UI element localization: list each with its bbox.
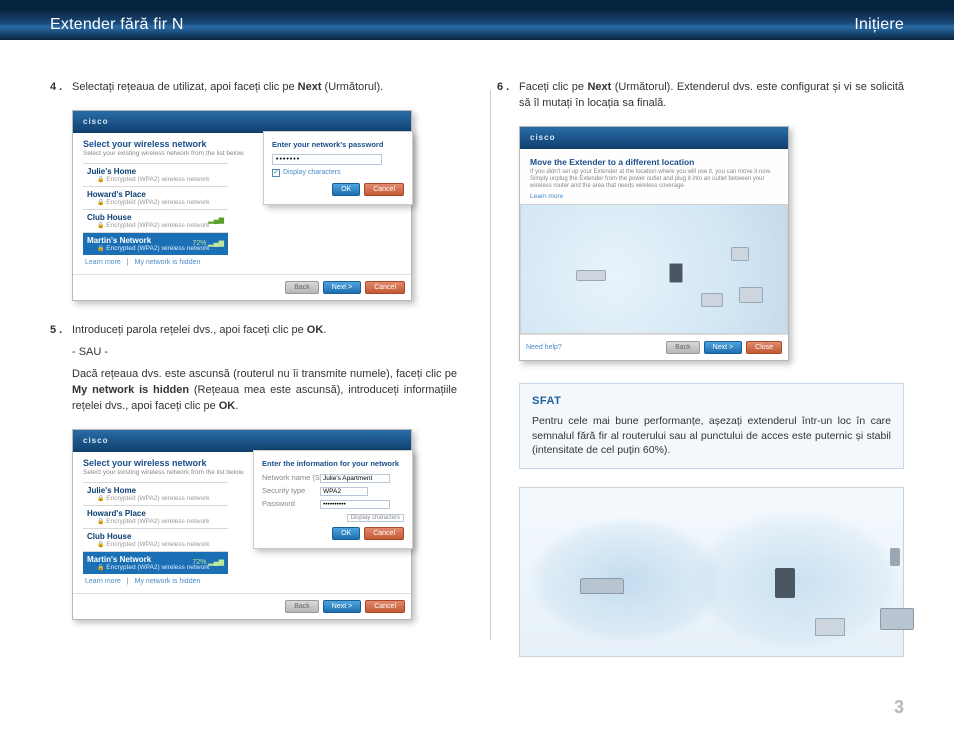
cancel-button[interactable]: Cancel	[364, 527, 404, 540]
router-icon	[576, 270, 606, 281]
tip-title: SFAT	[532, 394, 891, 409]
extender-icon	[775, 568, 795, 598]
ok-button[interactable]: OK	[332, 183, 360, 196]
back-button[interactable]: Back	[285, 281, 319, 294]
network-row-selected[interactable]: Martin's Network 🔒 Encrypted (WPA2) wire…	[83, 232, 228, 255]
router-icon	[580, 578, 624, 594]
back-button[interactable]: Back	[285, 600, 319, 613]
move-subtitle: If you didn't set up your Extender at th…	[530, 169, 778, 191]
laptop-icon	[701, 293, 723, 307]
learn-more-link[interactable]: Learn more	[530, 193, 778, 200]
next-button[interactable]: Next >	[323, 281, 361, 294]
security-select[interactable]	[320, 487, 368, 496]
page-header: Extender fără fir N Inițiere	[0, 0, 954, 40]
move-title: Move the Extender to a different locatio…	[530, 157, 778, 167]
tip-body: Pentru cele mai bune performanțe, așezaț…	[532, 414, 891, 458]
password-input[interactable]	[272, 154, 382, 165]
need-help-link[interactable]: Need help?	[526, 344, 562, 351]
cisco-logo: cisco	[520, 127, 788, 149]
ssid-input[interactable]	[320, 474, 390, 483]
ok-button[interactable]: OK	[332, 527, 360, 540]
step-4-text: Selectați rețeaua de utilizat, apoi face…	[72, 80, 457, 96]
step-5-text: Introduceți parola rețelei dvs., apoi fa…	[72, 323, 457, 415]
right-column: 6 . Faceți clic pe Next (Următorul). Ext…	[497, 80, 904, 657]
network-hidden-link[interactable]: My network is hidden	[135, 259, 201, 266]
cancel-button[interactable]: Cancel	[364, 183, 404, 196]
step-4: 4 . Selectați rețeaua de utilizat, apoi …	[50, 80, 457, 96]
step-4-number: 4 .	[50, 80, 72, 96]
screenshot-move-extender: cisco Move the Extender to a different l…	[519, 126, 904, 362]
network-row[interactable]: Julie's Home 🔒 Encrypted (WPA2) wireless…	[83, 482, 228, 505]
network-hidden-link[interactable]: My network is hidden	[135, 578, 201, 585]
network-row[interactable]: Julie's Home 🔒 Encrypted (WPA2) wireless…	[83, 163, 228, 186]
dialog-links: Learn more | My network is hidden	[83, 255, 228, 266]
step-5-number: 5 .	[50, 323, 72, 415]
cancel-button[interactable]: Cancel	[365, 600, 405, 613]
learn-more-link[interactable]: Learn more	[85, 578, 121, 585]
phone-icon	[890, 548, 900, 566]
left-column: 4 . Selectați rețeaua de utilizat, apoi …	[50, 80, 457, 657]
tip-box: SFAT Pentru cele mai bune performanțe, a…	[519, 383, 904, 468]
network-row-selected[interactable]: Martin's Network 🔒 Encrypted (WPA2) wire…	[83, 551, 228, 574]
next-button[interactable]: Next >	[704, 341, 742, 354]
page-number: 3	[894, 697, 904, 718]
network-row[interactable]: Club House 🔒 Encrypted (WPA2) wireless n…	[83, 528, 228, 551]
close-button[interactable]: Close	[746, 341, 782, 354]
display-characters-button[interactable]: Display characters	[347, 514, 404, 522]
network-row[interactable]: Howard's Place 🔒 Encrypted (WPA2) wirele…	[83, 505, 228, 528]
printer-icon	[739, 287, 763, 303]
network-row[interactable]: Howard's Place 🔒 Encrypted (WPA2) wirele…	[83, 186, 228, 209]
password-popup-title: Enter your network's password	[272, 140, 404, 149]
cisco-logo: cisco	[73, 111, 411, 133]
printer-icon	[880, 608, 914, 630]
cancel-button[interactable]: Cancel	[365, 281, 405, 294]
password-popup: Enter your network's password ✓ Display …	[263, 131, 413, 205]
next-button[interactable]: Next >	[323, 600, 361, 613]
learn-more-link[interactable]: Learn more	[85, 259, 121, 266]
move-illustration	[520, 204, 788, 334]
screenshot-select-network-password: cisco Select your wireless network Selec…	[72, 110, 457, 301]
header-title-left: Extender fără fir N	[50, 16, 184, 34]
step-6-number: 6 .	[497, 80, 519, 112]
network-row[interactable]: Club House 🔒 Encrypted (WPA2) wireless n…	[83, 209, 228, 232]
info-popup-title: Enter the information for your network	[262, 459, 404, 468]
screenshot-network-info: cisco Select your wireless network Selec…	[72, 429, 457, 620]
password-input[interactable]	[320, 500, 390, 509]
checkbox-icon: ✓	[272, 169, 280, 177]
extender-icon	[669, 263, 683, 283]
placement-illustration	[519, 487, 904, 657]
step-5: 5 . Introduceți parola rețelei dvs., apo…	[50, 323, 457, 415]
device-icon	[731, 247, 749, 261]
cisco-logo: cisco	[73, 430, 411, 452]
header-title-right: Inițiere	[854, 16, 904, 34]
step-6: 6 . Faceți clic pe Next (Următorul). Ext…	[497, 80, 904, 112]
step-6-text: Faceți clic pe Next (Următorul). Extende…	[519, 80, 904, 112]
column-divider	[490, 90, 491, 640]
back-button[interactable]: Back	[666, 341, 700, 354]
laptop-icon	[815, 618, 845, 636]
display-characters-checkbox[interactable]: ✓ Display characters	[272, 169, 404, 177]
network-info-popup: Enter the information for your network N…	[253, 450, 413, 549]
